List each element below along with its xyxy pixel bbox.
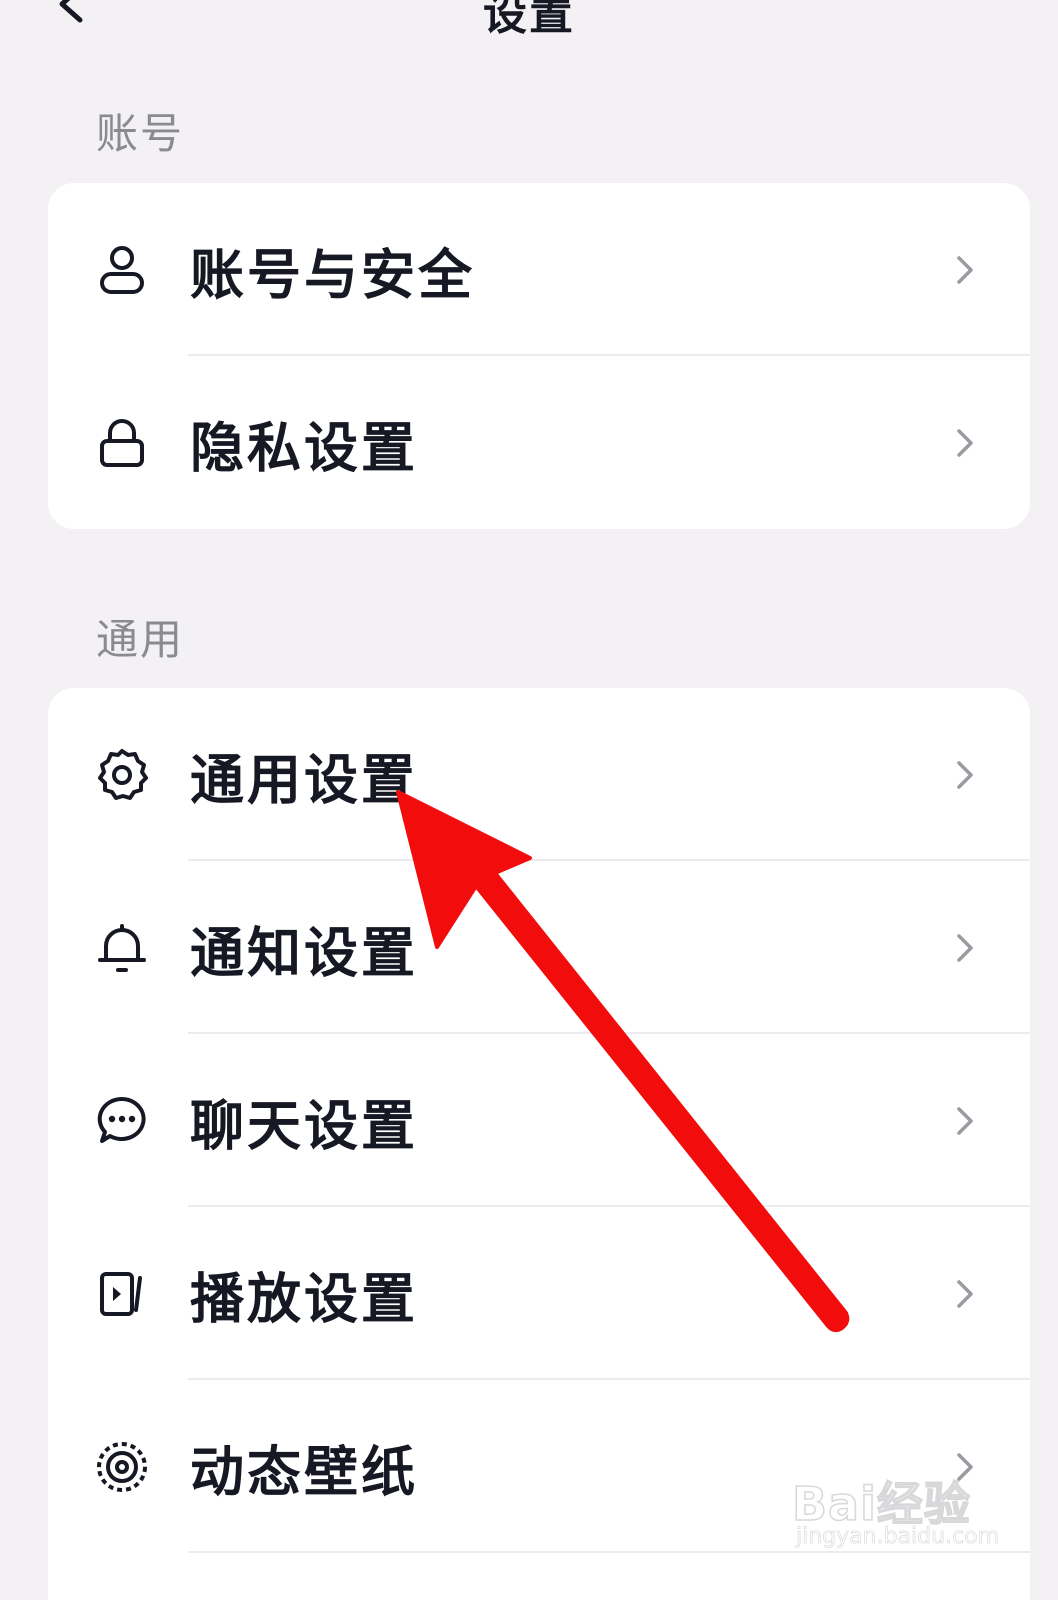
chevron-right-icon xyxy=(950,1274,980,1314)
user-icon xyxy=(92,240,152,300)
gear-icon xyxy=(92,745,152,805)
page-title: 设置 xyxy=(483,0,575,40)
header: 设置 xyxy=(0,0,1058,60)
row-label: 隐私设置 xyxy=(190,416,418,479)
chevron-right-icon xyxy=(950,423,980,463)
chevron-right-icon xyxy=(950,250,980,290)
account-card: 账号与安全 隐私设置 xyxy=(48,183,1030,529)
bell-icon xyxy=(92,918,152,978)
wallpaper-icon xyxy=(92,1437,152,1497)
row-label: 账号与安全 xyxy=(190,243,475,306)
play-icon xyxy=(92,1264,152,1324)
row-notification-settings[interactable]: 通知设置 xyxy=(48,861,1030,1034)
row-privacy[interactable]: 隐私设置 xyxy=(48,356,1030,529)
chat-bubble-icon xyxy=(92,1091,152,1151)
section-label-general: 通用 xyxy=(96,615,185,664)
row-playback-settings[interactable]: 播放设置 xyxy=(48,1207,1030,1380)
row-general-settings[interactable]: 通用设置 xyxy=(48,688,1030,861)
watermark-url: jingyan.baidu.com xyxy=(796,1524,1000,1550)
row-label: 通知设置 xyxy=(190,921,418,984)
chevron-right-icon xyxy=(950,755,980,795)
row-label: 聊天设置 xyxy=(190,1094,418,1157)
row-chat-settings[interactable]: 聊天设置 xyxy=(48,1034,1030,1207)
row-account-security[interactable]: 账号与安全 xyxy=(48,183,1030,356)
chevron-right-icon xyxy=(950,1101,980,1141)
settings-page: 设置 账号 账号与安全 隐私设置 通用 通用设置 通知设置 聊天设置 播放设置 … xyxy=(0,0,1058,1600)
lock-icon xyxy=(92,413,152,473)
row-label: 播放设置 xyxy=(190,1267,418,1330)
chevron-right-icon xyxy=(950,928,980,968)
row-label: 动态壁纸 xyxy=(190,1440,418,1503)
row-label: 通用设置 xyxy=(190,748,418,811)
section-label-account: 账号 xyxy=(96,109,185,158)
watermark: Bai经验 jingyan.baidu.com xyxy=(791,1450,999,1590)
